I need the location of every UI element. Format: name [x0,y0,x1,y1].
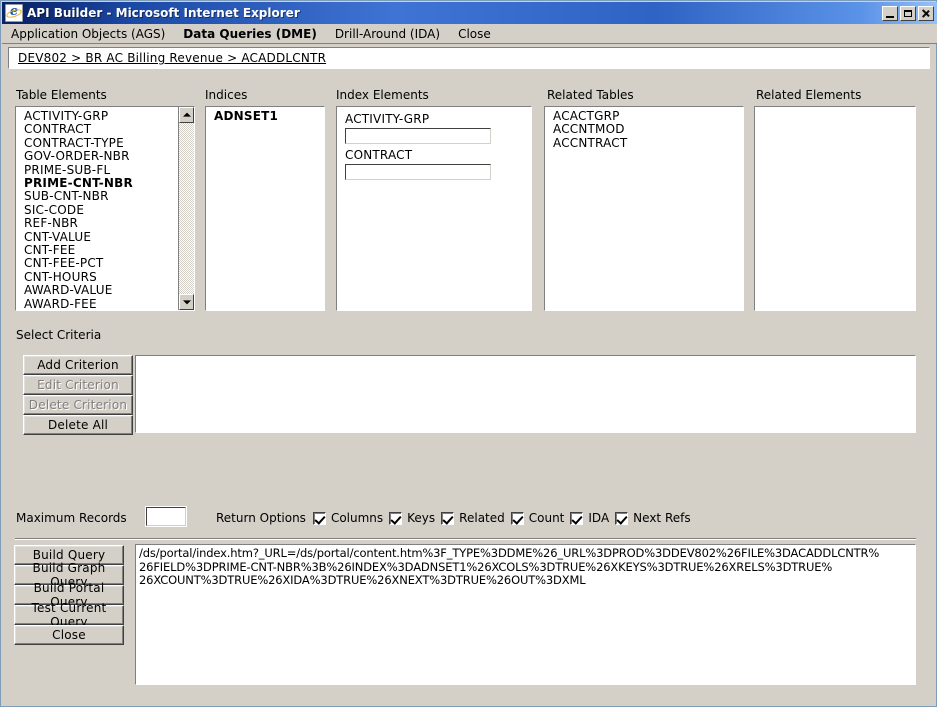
table-elements-scrollbar[interactable] [178,107,194,310]
menu-item-close[interactable]: Close [449,25,500,43]
query-url-line-1: 26FIELD%3DPRIME-CNT-NBR%3B%26INDEX%3DADN… [139,559,833,574]
related-table-item[interactable]: ACCNTRACT [545,136,743,150]
table-element-item[interactable]: ACTIVITY-GRP [16,109,177,123]
checkbox-label-keys: Keys [407,511,436,525]
table-element-item[interactable]: GOV-ORDER-NBR [16,149,177,163]
close-button[interactable] [918,5,934,21]
close-button[interactable]: Close [14,625,124,645]
related-table-item[interactable]: ACACTGRP [545,109,743,123]
checkbox-label-next-refs: Next Refs [633,511,691,525]
index-element-input-1[interactable] [344,163,492,181]
table-element-item[interactable]: PRIME-CNT-NBR [16,176,177,190]
related-table-item[interactable]: ACCNTMOD [545,122,743,136]
maximize-button[interactable] [900,5,916,21]
table-elements-label: Table Elements [16,88,107,102]
table-element-item[interactable]: SUB-CNT-NBR [16,190,177,204]
table-element-item[interactable]: PRIME-SUB-FL [16,163,177,177]
checkbox-label-ida: IDA [588,511,610,525]
breadcrumb[interactable]: DEV802 > BR AC Billing Revenue > ACADDLC… [18,51,326,65]
criteria-list[interactable] [135,355,916,433]
internet-explorer-icon: e [5,4,23,22]
checkbox-keys[interactable] [389,511,403,525]
window-title: API Builder - Microsoft Internet Explore… [27,6,300,20]
table-elements-list[interactable]: ACTIVITY-GRP CONTRACT CONTRACT-TYPE GOV-ORD… [15,106,195,311]
title-bar: e API Builder - Microsoft Internet Explo… [2,2,937,24]
related-tables-list[interactable]: ACACTGRP ACCNTMOD ACCNTRACT [544,106,744,311]
test-current-query-button[interactable]: Test Current Query [14,601,124,629]
section-divider [15,538,916,540]
table-element-item[interactable]: AWARD-FEE [16,297,177,310]
menu-item-application-objects[interactable]: Application Objects (AGS) [2,25,174,43]
window-controls [882,5,934,21]
query-url-line-2: 26XCOUNT%3DTRUE%26XIDA%3DTRUE%26XNEXT%3D… [139,573,586,588]
table-element-item[interactable]: AWARD-VALUE [16,283,177,297]
index-item[interactable]: ADNSET1 [206,109,324,123]
table-element-item[interactable]: CNT-HOURS [16,270,177,284]
criteria-delete-all-button[interactable]: Delete All [23,415,133,435]
table-element-item[interactable]: CNT-VALUE [16,230,177,244]
return-options-row: Return Options Columns Keys Related Count ID… [216,511,697,525]
indices-list[interactable]: ADNSET1 [205,106,325,311]
indices-label: Indices [205,88,248,102]
query-url-line-0: /ds/portal/index.htm?_URL=/ds/portal/con… [139,546,880,560]
checkbox-label-count: Count [528,511,565,525]
related-tables-label: Related Tables [547,88,634,102]
criteria-delete-criterion-button: Delete Criterion [23,395,133,415]
breadcrumb-bar: DEV802 > BR AC Billing Revenue > ACADDLC… [8,47,930,69]
table-element-item[interactable]: CNT-FEE [16,243,177,257]
table-element-item[interactable]: CONTRACT-TYPE [16,136,177,150]
maximum-records-input[interactable] [145,506,187,527]
scrollbar-trough[interactable] [179,123,194,294]
menu-item-data-queries[interactable]: Data Queries (DME) [174,25,326,43]
checkbox-ida[interactable] [570,511,584,525]
table-element-item[interactable]: CNT-FEE-PCT [16,257,177,271]
index-elements-panel[interactable]: ACTIVITY-GRP CONTRACT [336,106,532,311]
index-element-label-0: ACTIVITY-GRP [345,112,430,126]
criteria-edit-criterion-button: Edit Criterion [23,375,133,395]
scroll-up-button[interactable] [179,107,194,123]
checkbox-next-refs[interactable] [615,511,629,525]
checkbox-label-related: Related [459,511,505,525]
minimize-button[interactable] [882,5,898,21]
checkbox-related[interactable] [441,511,455,525]
table-element-item[interactable]: REF-NBR [16,216,177,230]
related-elements-list[interactable] [754,106,916,311]
scroll-down-button[interactable] [179,294,194,310]
criteria-add-criterion-button[interactable]: Add Criterion [23,355,133,375]
checkbox-count[interactable] [510,511,524,525]
return-options-label: Return Options [216,511,306,525]
query-url-output[interactable]: /ds/portal/index.htm?_URL=/ds/portal/con… [135,544,916,685]
checkbox-label-columns: Columns [330,511,384,525]
select-criteria-label: Select Criteria [16,328,102,342]
table-element-item[interactable]: CONTRACT [16,122,177,136]
checkbox-columns[interactable] [312,511,326,525]
table-element-item[interactable]: SIC-CODE [16,203,177,217]
index-element-label-1: CONTRACT [345,148,413,162]
related-elements-label: Related Elements [756,88,862,102]
menu-item-drill-around[interactable]: Drill-Around (IDA) [326,25,449,43]
index-elements-label: Index Elements [336,88,429,102]
menu-bar: Application Objects (AGS) Data Queries (… [2,24,937,44]
index-element-input-0[interactable] [344,127,492,145]
maximum-records-label: Maximum Records [16,511,127,525]
api-builder-window: e API Builder - Microsoft Internet Explo… [0,0,937,707]
